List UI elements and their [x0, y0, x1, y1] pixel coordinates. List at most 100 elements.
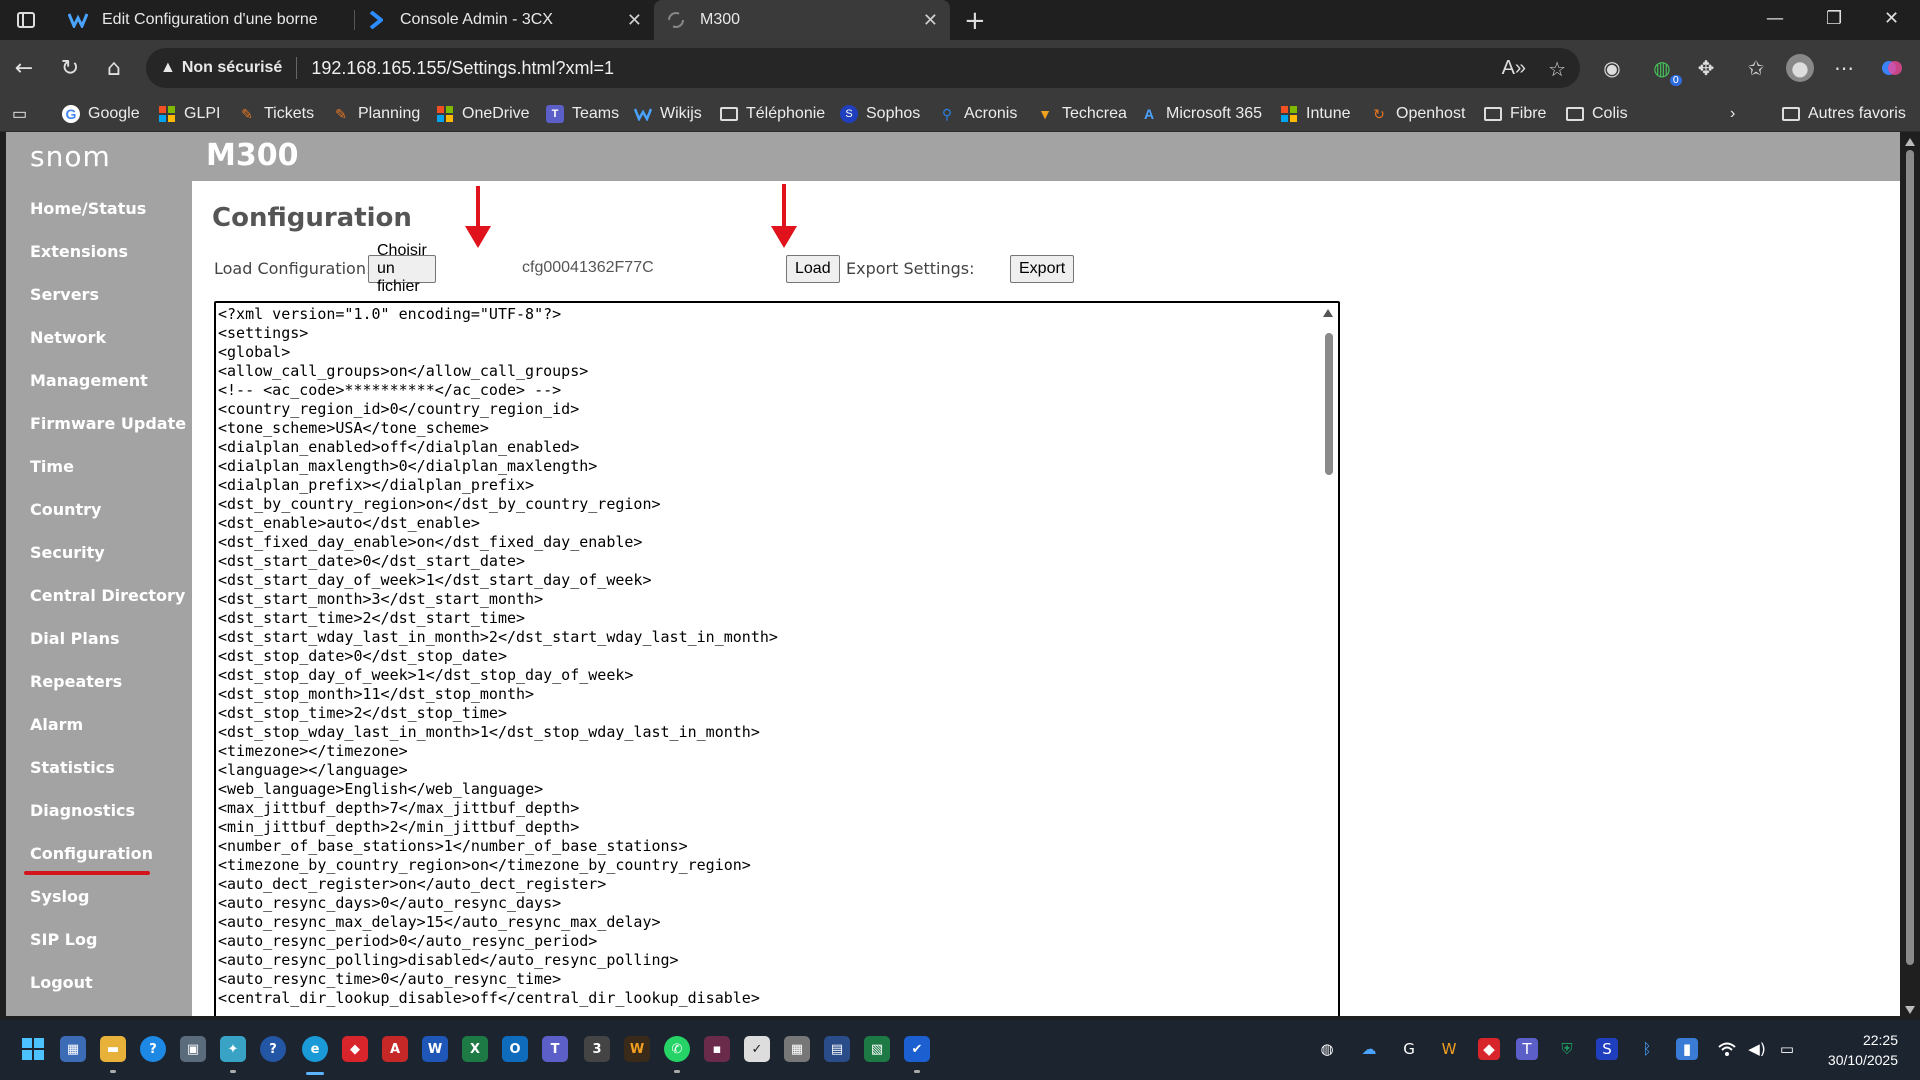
sidebar-item-servers[interactable]: Servers: [30, 285, 99, 304]
system-clock[interactable]: 22:25 30/10/2025: [1828, 1030, 1898, 1070]
bookmark-openhost[interactable]: ↻ Openhost: [1370, 102, 1465, 126]
sidebar-item-diagnostics[interactable]: Diagnostics: [30, 801, 135, 820]
bookmark-acronis[interactable]: ⚲ Acronis: [938, 102, 1018, 126]
new-tab-icon[interactable]: +: [964, 6, 986, 36]
scroll-thumb[interactable]: [1325, 333, 1333, 475]
sidebar-item-extensions[interactable]: Extensions: [30, 242, 128, 261]
bookmark-teams[interactable]: T Teams: [546, 102, 619, 126]
browser-tab[interactable]: Console Admin - 3CX ✕: [354, 0, 654, 40]
app-icon[interactable]: ✓: [744, 1036, 770, 1062]
calculator-icon[interactable]: ▦: [784, 1036, 810, 1062]
bookmark-onedrive[interactable]: OneDrive: [436, 102, 530, 126]
favorites-icon[interactable]: ✩: [1742, 54, 1770, 82]
tray-icon[interactable]: G: [1398, 1038, 1420, 1060]
bookmarks-toggle-icon[interactable]: ▭: [12, 102, 27, 126]
sidebar-item-sip-log[interactable]: SIP Log: [30, 930, 97, 949]
3cx-icon[interactable]: 3: [584, 1036, 610, 1062]
bookmark-sophos[interactable]: S Sophos: [840, 102, 920, 126]
browser-tab-active[interactable]: M300 ✕: [654, 0, 950, 40]
reload-icon[interactable]: ↻: [54, 52, 86, 84]
store-icon[interactable]: ▦: [60, 1036, 86, 1062]
bookmark-techcrea[interactable]: ▼ Techcrea: [1036, 102, 1127, 126]
tray-icon[interactable]: ▮: [1676, 1038, 1698, 1060]
sidebar-item-network[interactable]: Network: [30, 328, 106, 347]
excel-icon[interactable]: X: [462, 1036, 488, 1062]
anydesk-icon[interactable]: ◆: [342, 1036, 368, 1062]
browser-tab[interactable]: Edit Configuration d'une borne SNOM: [56, 0, 354, 40]
sidebar-item-security[interactable]: Security: [30, 543, 105, 562]
page-scrollbar[interactable]: [1900, 132, 1920, 1020]
todo-icon[interactable]: ✔: [904, 1036, 930, 1062]
windows-start-icon[interactable]: [20, 1036, 46, 1062]
bookmark-planning[interactable]: ✎ Planning: [332, 102, 420, 126]
scroll-up-icon[interactable]: [1323, 309, 1333, 317]
wifi-icon[interactable]: [1716, 1038, 1738, 1060]
config-xml-textarea[interactable]: <?xml version="1.0" encoding="UTF-8"?> <s…: [214, 301, 1340, 1016]
sidebar-item-central-directory[interactable]: Central Directory: [30, 586, 185, 605]
tray-icon[interactable]: W: [1438, 1038, 1460, 1060]
maximize-icon[interactable]: ❐: [1826, 8, 1842, 29]
winrar-icon[interactable]: W: [624, 1036, 650, 1062]
whatsapp-icon[interactable]: ✆: [664, 1036, 690, 1062]
onedrive-icon[interactable]: ☁: [1358, 1038, 1380, 1060]
export-button[interactable]: Export: [1010, 255, 1075, 283]
sidebar-item-country[interactable]: Country: [30, 500, 101, 519]
sidebar-item-statistics[interactable]: Statistics: [30, 758, 115, 777]
chevron-right-icon[interactable]: ›: [1730, 102, 1735, 126]
bookmark-google[interactable]: G Google: [62, 102, 140, 126]
file-explorer-icon[interactable]: ▬: [100, 1036, 126, 1062]
choose-file-button[interactable]: Choisir un fichier: [368, 242, 436, 295]
back-icon[interactable]: ←: [8, 52, 40, 84]
bookmark-glpi[interactable]: GLPI: [158, 102, 220, 126]
shield-icon[interactable]: ⛨: [1556, 1038, 1578, 1060]
sidebar-item-time[interactable]: Time: [30, 457, 74, 476]
volume-icon[interactable]: ◀): [1746, 1038, 1768, 1060]
sidebar-item-management[interactable]: Management: [30, 371, 148, 390]
tray-icon[interactable]: ◍: [1316, 1038, 1338, 1060]
outlook-icon[interactable]: O: [502, 1036, 528, 1062]
sidebar-item-logout[interactable]: Logout: [30, 973, 93, 992]
address-bar[interactable]: ▲ Non sécurisé 192.168.165.155/Settings.…: [146, 48, 1580, 88]
tab-actions-icon[interactable]: [8, 6, 44, 34]
app-icon[interactable]: ?: [260, 1036, 286, 1062]
other-bookmarks[interactable]: Autres favoris: [1782, 102, 1906, 126]
url-text[interactable]: 192.168.165.155/Settings.html?xml=1: [311, 58, 614, 79]
sidebar-item-home-status[interactable]: Home/Status: [30, 199, 146, 218]
extension-colorful-icon[interactable]: ◉: [1598, 54, 1626, 82]
sophos-icon[interactable]: S: [1596, 1038, 1618, 1060]
scroll-down-icon[interactable]: [1905, 1006, 1915, 1014]
more-menu-icon[interactable]: ⋯: [1830, 54, 1858, 82]
profile-avatar[interactable]: ●: [1786, 54, 1814, 82]
edge-icon[interactable]: e: [302, 1036, 328, 1062]
sidebar-item-alarm[interactable]: Alarm: [30, 715, 83, 734]
network-tool-icon[interactable]: ✦: [220, 1036, 246, 1062]
app-icon[interactable]: ▧: [864, 1036, 890, 1062]
remote-desktop-icon[interactable]: ▣: [180, 1036, 206, 1062]
word-icon[interactable]: W: [422, 1036, 448, 1062]
teams-icon[interactable]: T: [1516, 1038, 1538, 1060]
app-icon[interactable]: ▤: [824, 1036, 850, 1062]
bookmark-folder-colis[interactable]: Colis: [1566, 102, 1628, 126]
warning-icon[interactable]: ▲: [160, 59, 176, 77]
sidebar-item-firmware-update[interactable]: Firmware Update: [30, 414, 186, 433]
acrobat-icon[interactable]: A: [382, 1036, 408, 1062]
anydesk-icon[interactable]: ◆: [1478, 1038, 1500, 1060]
close-icon[interactable]: ✕: [923, 10, 938, 31]
home-icon[interactable]: ⌂: [98, 52, 130, 84]
textarea-scrollbar[interactable]: [1320, 305, 1336, 1016]
copilot-icon[interactable]: [1878, 54, 1906, 82]
load-button[interactable]: Load: [786, 255, 840, 283]
help-icon[interactable]: ?: [140, 1036, 166, 1062]
sidebar-item-configuration[interactable]: Configuration: [30, 844, 153, 863]
bookmark-folder-fibre[interactable]: Fibre: [1484, 102, 1546, 126]
bookmark-folder-telephonie[interactable]: Téléphonie: [720, 102, 825, 126]
battery-icon[interactable]: ▭: [1776, 1038, 1798, 1060]
security-label[interactable]: Non sécurisé: [182, 59, 282, 77]
extensions-puzzle-icon[interactable]: ✥: [1692, 54, 1720, 82]
scroll-thumb[interactable]: [1906, 150, 1914, 965]
bookmark-m365[interactable]: A Microsoft 365: [1140, 102, 1262, 126]
sidebar-item-syslog[interactable]: Syslog: [30, 887, 89, 906]
bluetooth-icon[interactable]: ᛒ: [1636, 1038, 1658, 1060]
minimize-icon[interactable]: —: [1766, 8, 1784, 29]
app-icon[interactable]: ▪: [704, 1036, 730, 1062]
